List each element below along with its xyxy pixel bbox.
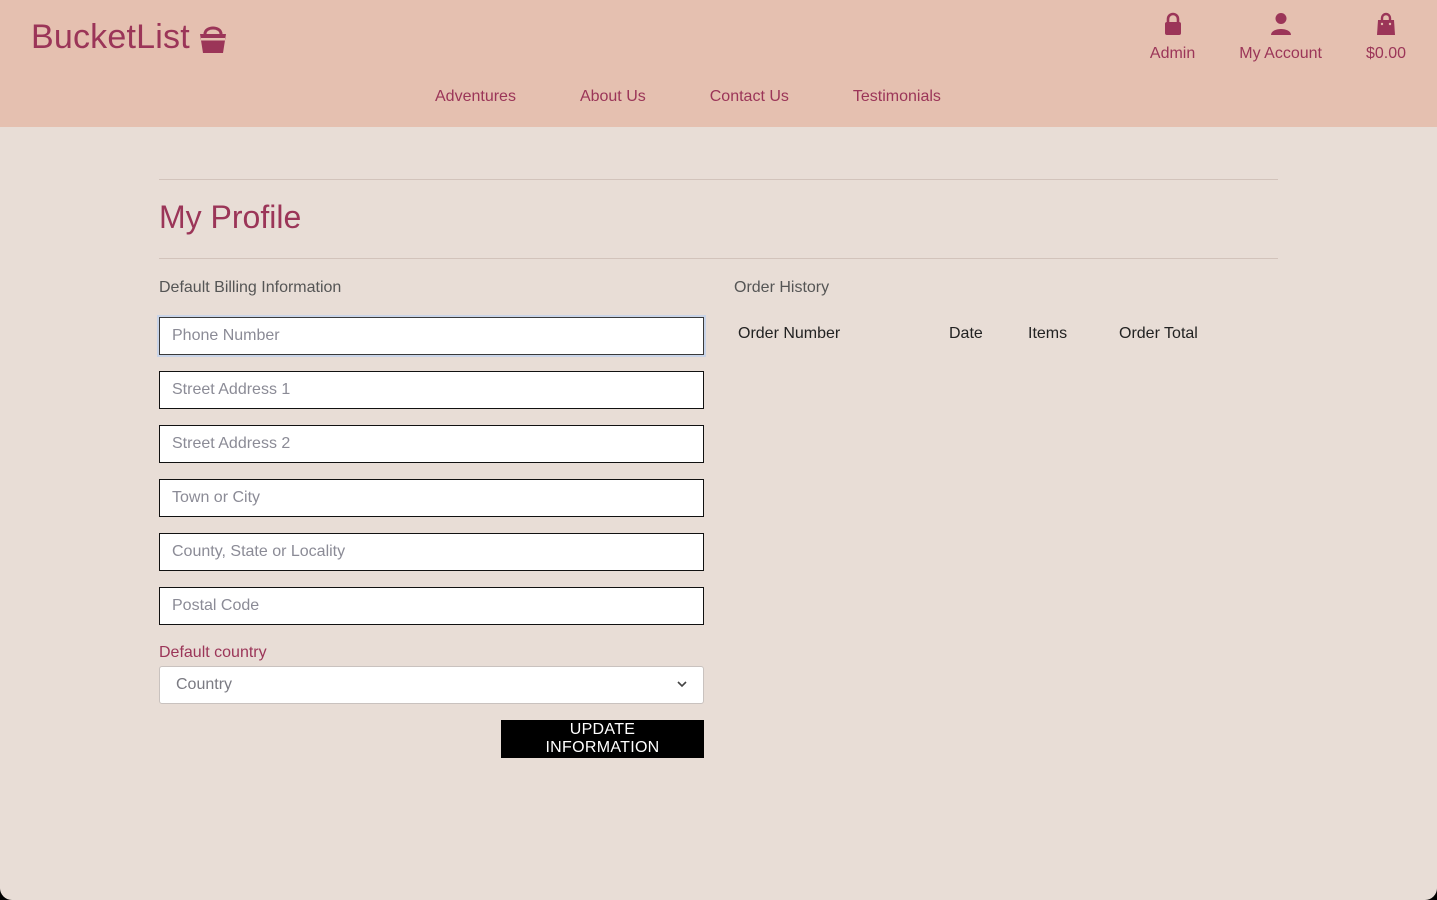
order-history-heading: Order History	[734, 279, 830, 296]
street-address-2-input[interactable]	[159, 425, 704, 463]
order-history-section: Order History Order Number Date Items Or…	[734, 259, 1278, 758]
col-items: Items	[1028, 325, 1068, 342]
basket-icon	[198, 20, 228, 56]
admin-label: Admin	[1149, 45, 1196, 62]
logo-text: BucketList	[31, 18, 190, 56]
col-order-total: Order Total	[1119, 325, 1198, 342]
postal-code-input[interactable]	[159, 587, 704, 625]
country-select[interactable]: Country	[159, 666, 704, 704]
profile-columns: Default Billing Information Phone Number…	[159, 259, 1278, 758]
county-state-input[interactable]	[159, 533, 704, 571]
nav-item-contact-us[interactable]: Contact Us	[710, 88, 789, 106]
cart-total-label: $0.00	[1365, 45, 1406, 62]
header-actions: Admin My Account $0.00	[1150, 12, 1406, 63]
logo-link[interactable]: BucketList	[31, 18, 228, 57]
update-information-button[interactable]: UPDATE INFORMATION	[501, 720, 704, 758]
page-title: My Profile	[159, 199, 302, 235]
site-header: BucketList Admin My Account $0.00 Advent…	[0, 0, 1437, 127]
billing-heading: Default Billing Information	[159, 279, 342, 296]
nav-item-about-us[interactable]: About Us	[580, 88, 646, 106]
user-icon	[1270, 12, 1292, 45]
phone-number-input[interactable]	[159, 317, 704, 355]
nav-item-testimonials[interactable]: Testimonials	[853, 88, 941, 106]
cart-link[interactable]: $0.00	[1366, 12, 1406, 63]
table-header-row: Order Number Date Items Order Total	[734, 321, 1214, 347]
col-order-number: Order Number	[738, 325, 841, 342]
my-account-label: My Account	[1239, 45, 1322, 62]
top-divider	[159, 179, 1278, 180]
col-date: Date	[949, 325, 983, 342]
country-label: Default country	[159, 644, 267, 661]
lock-icon	[1162, 12, 1184, 45]
nav-item-adventures[interactable]: Adventures	[435, 88, 516, 106]
shopping-bag-icon	[1375, 12, 1397, 45]
admin-link[interactable]: Admin	[1150, 12, 1195, 63]
town-or-city-input[interactable]	[159, 479, 704, 517]
country-select-value: Country	[176, 676, 233, 693]
page: BucketList Admin My Account $0.00 Advent…	[0, 0, 1437, 900]
street-address-1-input[interactable]	[159, 371, 704, 409]
main-nav: Adventures About Us Contact Us Testimoni…	[435, 88, 941, 106]
chevron-down-icon	[677, 676, 687, 694]
main-content: My Profile Default Billing Information P…	[159, 179, 1278, 758]
my-account-link[interactable]: My Account	[1239, 12, 1322, 63]
order-history-table: Order Number Date Items Order Total	[734, 321, 1214, 347]
billing-section: Default Billing Information Phone Number…	[159, 259, 704, 758]
